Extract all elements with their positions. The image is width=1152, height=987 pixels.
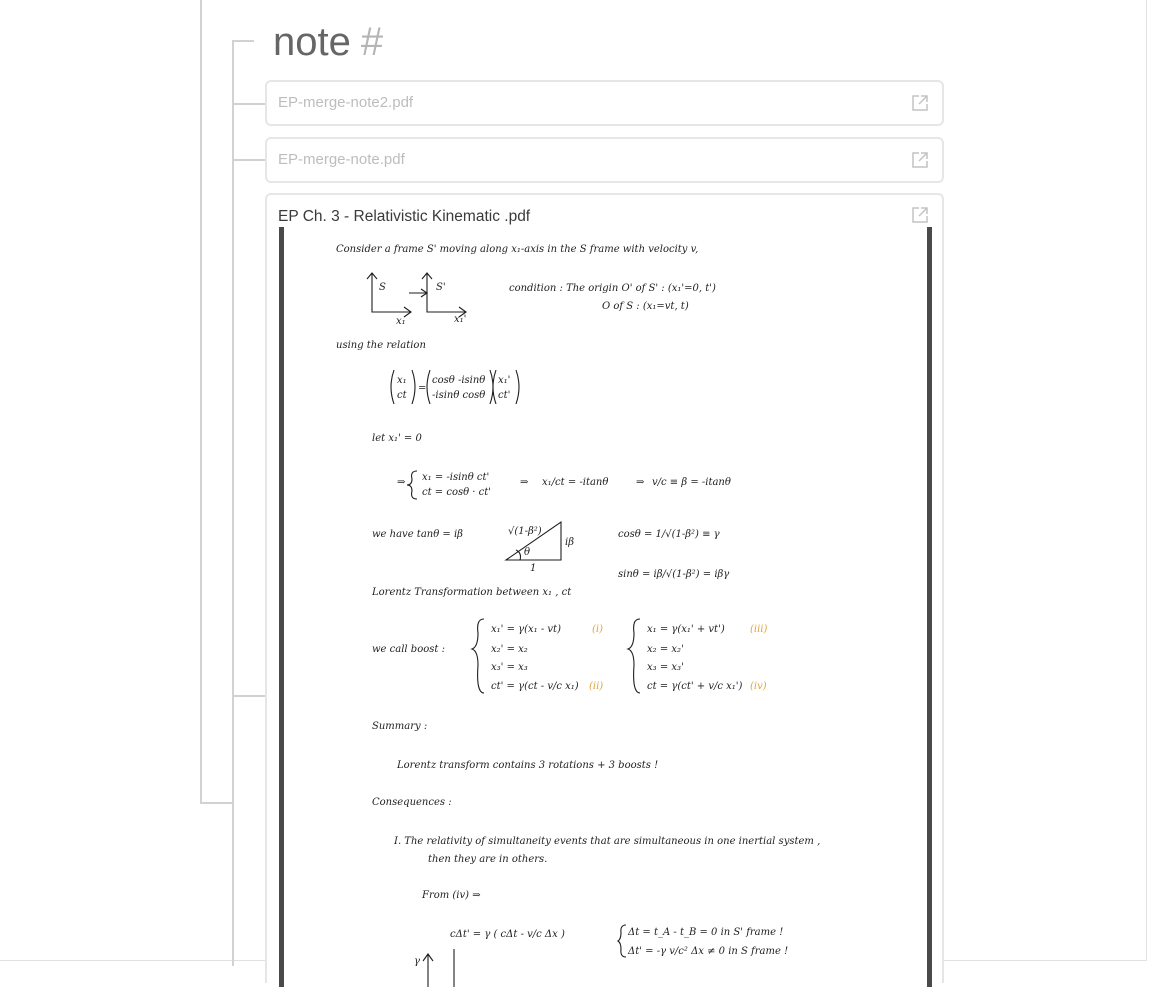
label-x1: x₁ [396, 316, 406, 327]
pdf-embed-title[interactable]: EP Ch. 3 - Relativistic Kinematic .pdf [278, 208, 530, 226]
matrix-lhs-2: ct [397, 390, 408, 401]
label-s: S [379, 282, 386, 293]
implies-arrow: ⇒ [397, 477, 406, 488]
matrix-eq: = [418, 383, 426, 394]
boost-right-4: ct = γ(ct' + v/c x₁') [647, 681, 743, 692]
text-intro: Consider a frame S' moving along x₁-axis… [336, 244, 698, 255]
ratio-eq-2: v/c ≡ β = -itanθ [652, 477, 731, 488]
boost-brace-left [470, 618, 485, 694]
handwritten-notes: Consider a frame S' moving along x₁-axis… [336, 244, 820, 987]
velocity-arrow [409, 288, 428, 298]
eq-cos: cosθ = 1/√(1-β²) ≡ γ [618, 529, 720, 540]
heading-lorentz: Lorentz Transformation between x₁ , ct [371, 587, 572, 598]
boost-right-1: x₁ = γ(x₁' + vt') [647, 624, 725, 635]
tree-line-inner [232, 40, 234, 966]
pdf-embed-card[interactable]: EP-merge-note2.pdf [265, 80, 944, 126]
implies-arrow: ⇒ [636, 477, 645, 488]
text-let: let x₁' = 0 [372, 433, 422, 444]
delta-case-1: Δt = t_A - t_B = 0 in S' frame ! [627, 927, 783, 938]
boost-left-1: x₁' = γ(x₁ - vt) [491, 624, 561, 635]
matrix-row-2: -isinθ cosθ [432, 390, 485, 401]
boost-left-4: ct' = γ(ct - v/c x₁) [491, 681, 579, 692]
pdf-embed-title[interactable]: EP-merge-note2.pdf [278, 94, 413, 111]
heading-summary: Summary : [372, 721, 427, 732]
label-s-prime: S' [436, 282, 446, 293]
gamma-axis [422, 953, 434, 987]
tree-line-outer-elbow [200, 802, 234, 804]
system-eq-2: ct = cosθ · ct' [422, 487, 491, 498]
pdf-embed-title[interactable]: EP-merge-note.pdf [278, 151, 405, 168]
eq-tag: (iii) [750, 624, 767, 635]
pdf-embed-card-expanded[interactable]: EP Ch. 3 - Relativistic Kinematic .pdf C… [265, 193, 944, 987]
boost-left-2: x₂' = x₂ [491, 644, 528, 655]
delta-case-2: Δt' = -γ v/c² Δx ≠ 0 in S frame ! [627, 946, 788, 957]
matrix-vec-2: ct' [498, 390, 510, 401]
ratio-eq-1: x₁/ct = -itanθ [542, 477, 608, 488]
system-brace [406, 470, 418, 500]
matrix-row-1: cosθ -isinθ [432, 375, 485, 386]
heading-consequences: Consequences : [372, 797, 452, 808]
implies-arrow: ⇒ [520, 477, 529, 488]
consequence-item-1b: then they are in others. [428, 854, 547, 865]
eq-sin: sinθ = iβ/√(1-β²) = iβγ [618, 569, 729, 580]
tree-branch-file-1 [232, 103, 265, 105]
pdf-page: Consider a frame S' moving along x₁-axis… [284, 227, 927, 987]
system-eq-1: x₁ = -isinθ ct' [422, 472, 489, 483]
boost-right-3: x₃ = x₃' [647, 662, 684, 673]
eq-delta-t: cΔt' = γ ( cΔt - v/c Δx ) [450, 929, 565, 940]
consequence-item-1a: I. The relativity of simultaneity events… [393, 836, 820, 847]
eq-tag: (i) [592, 624, 603, 635]
text-summary: Lorentz transform contains 3 rotations +… [396, 760, 658, 771]
triangle-angle: θ [524, 547, 530, 558]
text-condition-2: O of S : (x₁=vt, t) [602, 301, 689, 312]
note-title: note [273, 20, 351, 64]
gamma-axis-label: γ [414, 956, 420, 967]
triangle-adjacent: 1 [530, 563, 536, 574]
frame-s-prime-axes [421, 272, 467, 318]
boost-left-3: x₃' = x₃ [491, 662, 528, 673]
external-link-icon[interactable] [910, 205, 930, 225]
triangle-opposite: iβ [565, 537, 574, 548]
text-we-call-boost: we call boost : [372, 644, 445, 655]
tree-line-outer [200, 0, 202, 804]
text-condition-1: condition : The origin O' of S' : (x₁'=0… [509, 283, 716, 294]
text-from-iv: From (iv) ⇒ [421, 890, 481, 901]
triangle-hypotenuse: √(1-β²) [508, 526, 542, 537]
frame-s-axes [366, 272, 412, 318]
external-link-icon[interactable] [910, 93, 930, 113]
tree-line-heading-elbow [232, 40, 254, 42]
eq-tag: (ii) [589, 681, 603, 692]
label-x1-prime: x₁' [454, 314, 466, 325]
pdf-viewer[interactable]: Consider a frame S' moving along x₁-axis… [279, 227, 932, 987]
matrix-vec-1: x₁' [498, 375, 510, 386]
eq-tag: (iv) [750, 681, 767, 692]
matrix-lhs-1: x₁ [397, 375, 407, 386]
tree-branch-file-2 [232, 159, 265, 161]
viewport-right-border [1146, 0, 1147, 960]
heading-anchor-hash[interactable]: # [361, 20, 383, 64]
external-link-icon[interactable] [910, 150, 930, 170]
delta-brace [617, 924, 627, 958]
text-we-have: we have tanθ = iβ [372, 529, 463, 540]
boost-brace-right [626, 618, 641, 694]
text-using-relation: using the relation [336, 340, 426, 351]
pdf-embed-card[interactable]: EP-merge-note.pdf [265, 137, 944, 183]
tree-branch-file-3 [232, 695, 265, 697]
boost-right-2: x₂ = x₂' [647, 644, 684, 655]
note-heading: note # [273, 18, 383, 66]
triangle-angle-arc [515, 549, 522, 561]
